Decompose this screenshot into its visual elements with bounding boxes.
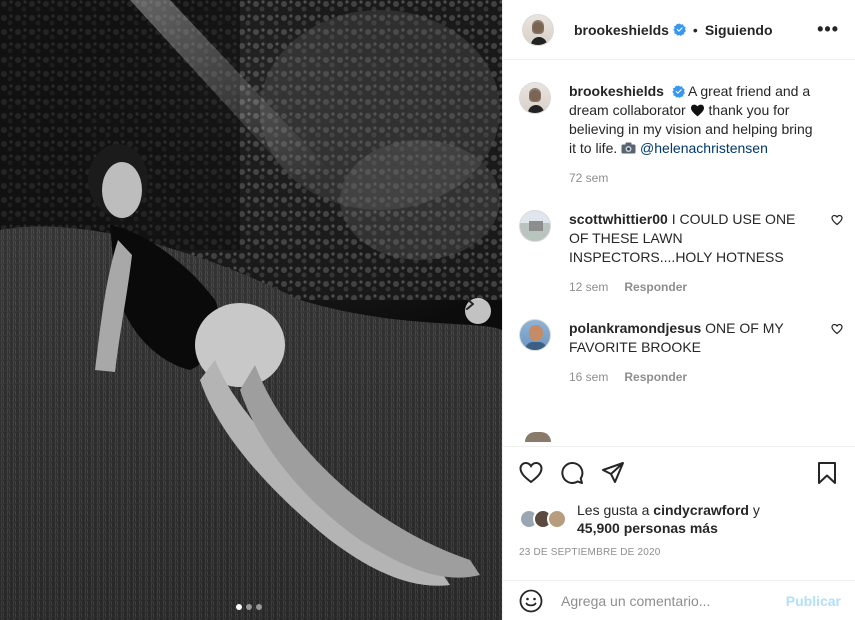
- comment-meta: 16 sem Responder: [569, 370, 814, 384]
- share-send-icon[interactable]: [601, 461, 625, 485]
- commenter-avatar[interactable]: [519, 210, 551, 242]
- likes-text: Les gusta a cindycrawford y 45,900 perso…: [577, 501, 760, 537]
- author-avatar[interactable]: [522, 13, 554, 46]
- author-username[interactable]: brookeshields: [574, 22, 669, 38]
- comment-item: scottwhittier00 I COULD USE ONE OF THESE…: [519, 210, 843, 294]
- like-heart-icon[interactable]: [519, 461, 543, 485]
- post-sidebar: brookeshields • Siguiendo ••• brookeshie…: [502, 0, 855, 620]
- caption: brookeshields A great friend and a dream…: [519, 82, 839, 185]
- caption-username[interactable]: brookeshields: [569, 83, 664, 99]
- caption-meta: 72 sem: [569, 171, 814, 185]
- like-comment-heart-icon[interactable]: [831, 323, 843, 335]
- commenter-avatar[interactable]: [519, 319, 551, 351]
- carousel-dot: [256, 604, 262, 610]
- instagram-post: brookeshields • Siguiendo ••• brookeshie…: [0, 0, 855, 620]
- publish-button[interactable]: Publicar: [786, 593, 841, 609]
- like-comment-heart-icon[interactable]: [831, 214, 843, 226]
- comment-text: polankramondjesus ONE OF MY FAVORITE BRO…: [569, 319, 814, 357]
- carousel-dot: [236, 604, 242, 610]
- likes-conjunction: y: [752, 502, 760, 518]
- verified-badge-icon: [673, 23, 686, 36]
- commenter-avatar: [525, 432, 551, 442]
- camera-icon: [621, 142, 636, 154]
- comment-time[interactable]: 12 sem: [569, 280, 608, 294]
- liker-avatar: [547, 509, 567, 529]
- post-header: brookeshields • Siguiendo •••: [503, 0, 855, 60]
- caption-text: brookeshields A great friend and a dream…: [569, 82, 814, 158]
- comment-time[interactable]: 16 sem: [569, 370, 608, 384]
- comment-meta: 12 sem Responder: [569, 280, 814, 294]
- more-options-icon[interactable]: •••: [817, 19, 839, 40]
- mention-link[interactable]: @helenachristensen: [640, 140, 768, 156]
- post-date[interactable]: 23 DE SEPTIEMBRE DE 2020: [519, 547, 839, 558]
- carousel-indicator: [236, 604, 262, 610]
- reply-button[interactable]: Responder: [624, 370, 687, 384]
- carousel-dot: [246, 604, 252, 610]
- photo-illustration: [0, 0, 502, 620]
- header-separator: •: [692, 21, 698, 38]
- save-bookmark-icon[interactable]: [815, 461, 839, 485]
- post-photo[interactable]: [0, 0, 502, 620]
- add-comment-bar: Publicar: [503, 580, 855, 620]
- likes-prefix: Les gusta a: [577, 502, 650, 518]
- comment-bubble-icon[interactable]: [560, 461, 584, 485]
- caption-time[interactable]: 72 sem: [569, 171, 608, 185]
- liked-by-username[interactable]: cindycrawford: [653, 502, 749, 518]
- comment-input[interactable]: [561, 592, 786, 609]
- verified-badge-icon: [672, 85, 685, 98]
- likes-summary: Les gusta a cindycrawford y 45,900 perso…: [519, 501, 839, 537]
- black-heart-icon: [690, 104, 704, 117]
- emoji-icon[interactable]: [519, 589, 543, 613]
- comment-username[interactable]: scottwhittier00: [569, 211, 668, 227]
- next-photo-button[interactable]: [465, 298, 491, 324]
- comment-text: scottwhittier00 I COULD USE ONE OF THESE…: [569, 210, 814, 267]
- comment-username[interactable]: polankramondjesus: [569, 320, 701, 336]
- following-button[interactable]: Siguiendo: [705, 22, 773, 38]
- author-avatar[interactable]: [519, 82, 551, 114]
- chevron-right-icon: [466, 298, 474, 310]
- post-actions: Les gusta a cindycrawford y 45,900 perso…: [503, 446, 855, 580]
- action-bar: [519, 461, 839, 485]
- comments-section: brookeshields A great friend and a dream…: [503, 60, 855, 446]
- likes-count[interactable]: 45,900 personas más: [577, 520, 718, 536]
- comment-item: polankramondjesus ONE OF MY FAVORITE BRO…: [519, 319, 843, 384]
- reply-button[interactable]: Responder: [624, 280, 687, 294]
